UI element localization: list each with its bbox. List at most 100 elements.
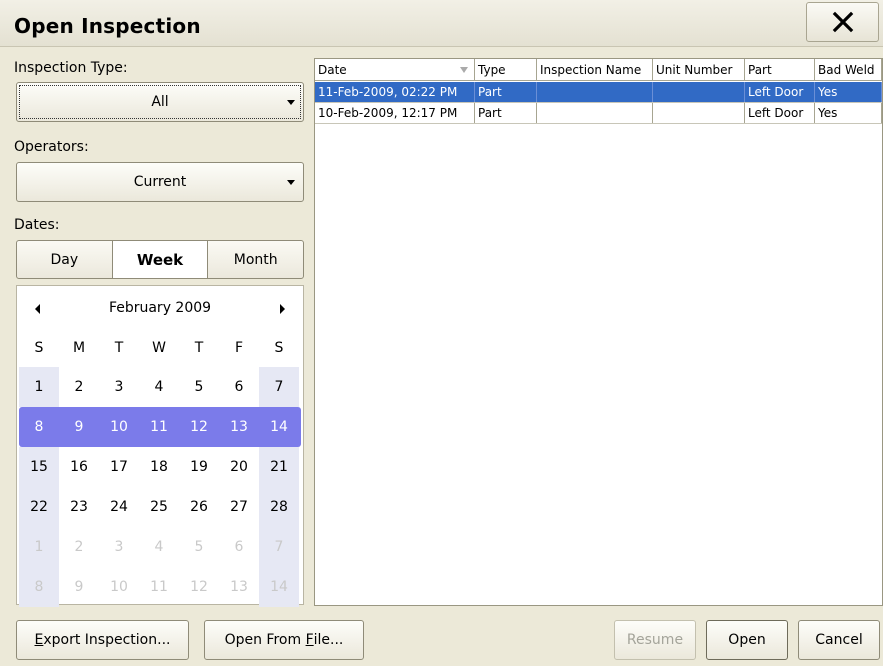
column-header-type[interactable]: Type (475, 59, 537, 80)
calendar-day[interactable]: 20 (219, 447, 259, 487)
cell-type: Part (475, 103, 537, 123)
column-header-unit-number[interactable]: Unit Number (653, 59, 745, 80)
inspection-table: Date Type Inspection Name Unit Number Part Ba… (314, 58, 883, 606)
cell-inspection-name (537, 103, 653, 123)
tab-month[interactable]: Month (208, 241, 303, 278)
calendar-day[interactable]: 10 (99, 407, 139, 447)
tab-week[interactable]: Week (112, 241, 209, 278)
calendar-day[interactable]: 1 (19, 367, 59, 407)
weekday-header: S (34, 340, 44, 356)
open-button[interactable]: Open (706, 620, 788, 660)
calendar-day[interactable]: 5 (179, 527, 219, 567)
table-header: Date Type Inspection Name Unit Number Part Ba… (315, 59, 882, 81)
inspection-type-value: All (151, 94, 169, 110)
tab-day[interactable]: Day (17, 241, 113, 278)
calendar-day[interactable]: 6 (219, 527, 259, 567)
calendar-day[interactable]: 2 (59, 527, 99, 567)
calendar: February 2009 S M T W T F S 1 2 3 4 5 6 7 8 9 10 11 12 13 14… (16, 285, 304, 607)
operators-dropdown[interactable]: Current (16, 162, 304, 202)
calendar-day[interactable]: 3 (99, 367, 139, 407)
inspection-type-label: Inspection Type: (14, 60, 128, 76)
open-file-mnemonic: F (305, 632, 314, 648)
column-header-bad-weld[interactable]: Bad Weld (815, 59, 882, 80)
cancel-button[interactable]: Cancel (798, 620, 880, 660)
calendar-day[interactable]: 14 (259, 407, 299, 447)
cell-bad-weld: Yes (815, 103, 882, 123)
calendar-day[interactable]: 28 (259, 487, 299, 527)
cell-part: Left Door (745, 82, 815, 102)
cell-date: 10-Feb-2009, 12:17 PM (315, 103, 475, 123)
title-bar: Open Inspection (0, 0, 883, 47)
dates-label: Dates: (14, 217, 60, 233)
calendar-day[interactable]: 8 (19, 567, 59, 607)
calendar-day[interactable]: 9 (59, 407, 99, 447)
close-button[interactable] (806, 2, 879, 42)
calendar-day[interactable]: 16 (59, 447, 99, 487)
column-header-label: Inspection Name (540, 62, 642, 77)
column-header-label: Date (318, 62, 347, 77)
calendar-day[interactable]: 26 (179, 487, 219, 527)
weekday-header: M (72, 340, 86, 356)
calendar-day[interactable]: 6 (219, 367, 259, 407)
calendar-day[interactable]: 1 (19, 527, 59, 567)
next-month-icon[interactable] (280, 304, 285, 314)
weekday-header: T (194, 340, 204, 356)
table-row[interactable]: 10-Feb-2009, 12:17 PM Part Left Door Yes (315, 103, 882, 124)
weekday-header: S (274, 340, 284, 356)
close-icon (832, 11, 853, 33)
column-header-label: Type (478, 62, 506, 77)
cell-type: Part (475, 82, 537, 102)
open-from-file-button[interactable]: Open From File... (204, 620, 364, 660)
export-inspection-button[interactable]: Export Inspection... (16, 620, 189, 660)
calendar-day[interactable]: 5 (179, 367, 219, 407)
calendar-day[interactable]: 7 (259, 527, 299, 567)
calendar-day[interactable]: 4 (139, 527, 179, 567)
calendar-day[interactable]: 12 (179, 407, 219, 447)
calendar-month-label: February 2009 (108, 300, 212, 316)
calendar-day[interactable]: 13 (219, 567, 259, 607)
calendar-day[interactable]: 14 (259, 567, 299, 607)
calendar-day[interactable]: 23 (59, 487, 99, 527)
calendar-day[interactable]: 25 (139, 487, 179, 527)
cell-unit-number (653, 82, 745, 102)
cell-inspection-name (537, 82, 653, 102)
column-header-date[interactable]: Date (315, 59, 475, 80)
table-row[interactable]: 11-Feb-2009, 02:22 PM Part Left Door Yes (315, 82, 882, 103)
weekday-header: T (114, 340, 124, 356)
calendar-day[interactable]: 13 (219, 407, 259, 447)
inspection-type-dropdown[interactable]: All (16, 82, 304, 122)
resume-button[interactable]: Resume (614, 620, 696, 660)
open-file-label-end: ile... (313, 632, 344, 648)
calendar-day[interactable]: 15 (19, 447, 59, 487)
calendar-day[interactable]: 19 (179, 447, 219, 487)
calendar-day[interactable]: 24 (99, 487, 139, 527)
export-label: xport Inspection... (43, 632, 171, 648)
calendar-day[interactable]: 9 (59, 567, 99, 607)
column-header-part[interactable]: Part (745, 59, 815, 80)
calendar-day[interactable]: 10 (99, 567, 139, 607)
cell-bad-weld: Yes (815, 82, 882, 102)
calendar-day[interactable]: 17 (99, 447, 139, 487)
calendar-day[interactable]: 3 (99, 527, 139, 567)
column-header-label: Bad Weld (818, 62, 875, 77)
calendar-header: February 2009 (17, 286, 303, 332)
calendar-day[interactable]: 8 (19, 407, 59, 447)
column-header-label: Part (748, 62, 772, 77)
calendar-day[interactable]: 22 (19, 487, 59, 527)
calendar-day[interactable]: 12 (179, 567, 219, 607)
calendar-day[interactable]: 4 (139, 367, 179, 407)
calendar-day[interactable]: 7 (259, 367, 299, 407)
chevron-down-icon (287, 100, 295, 105)
operators-label: Operators: (14, 139, 89, 155)
calendar-day[interactable]: 2 (59, 367, 99, 407)
calendar-day[interactable]: 11 (139, 567, 179, 607)
calendar-day[interactable]: 18 (139, 447, 179, 487)
calendar-day[interactable]: 21 (259, 447, 299, 487)
cell-part: Left Door (745, 103, 815, 123)
cell-date: 11-Feb-2009, 02:22 PM (315, 82, 475, 102)
calendar-day[interactable]: 11 (139, 407, 179, 447)
column-header-inspection-name[interactable]: Inspection Name (537, 59, 653, 80)
chevron-down-icon (287, 180, 295, 185)
calendar-day[interactable]: 27 (219, 487, 259, 527)
weekday-header: F (234, 340, 244, 356)
